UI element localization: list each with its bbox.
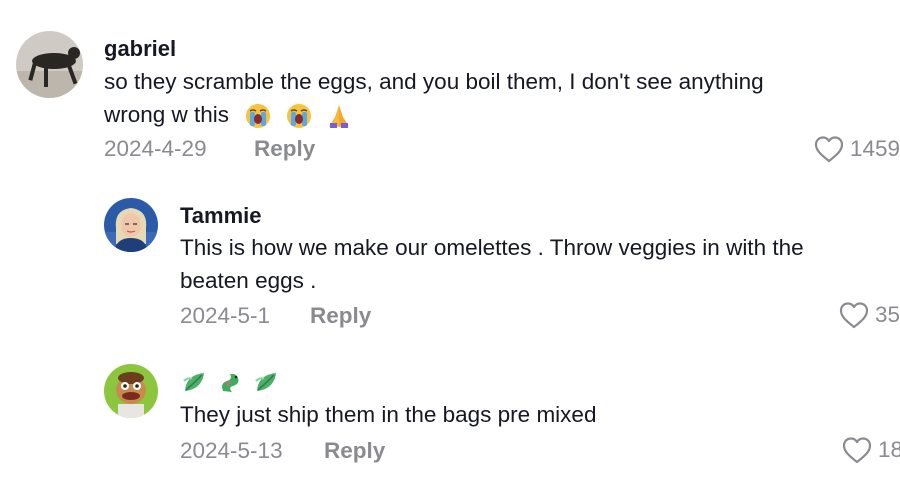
comment-date: 2024-4-29 — [104, 136, 207, 161]
loudly-crying-face-icon — [286, 104, 311, 129]
like-button[interactable]: 35 — [839, 301, 900, 329]
avatar[interactable] — [16, 31, 83, 98]
comment-username[interactable]: gabriel — [104, 36, 176, 62]
comment-username[interactable]: Tammie — [180, 203, 262, 229]
like-button[interactable]: 1459 — [814, 135, 900, 163]
folded-hands-icon — [329, 105, 348, 129]
like-count: 1459 — [850, 136, 900, 161]
comment-text: This is how we make our omelettes . Thro… — [180, 231, 804, 297]
comment-text-line: so they scramble the eggs, and you boil … — [104, 69, 764, 94]
comment-text-line-2: wrong w this — [104, 102, 230, 127]
avatar[interactable] — [104, 364, 158, 418]
comment-date: 2024-5-1 — [180, 303, 271, 328]
comment-text: They just ship them in the bags pre mixe… — [180, 398, 596, 431]
heart-icon — [814, 136, 844, 163]
avatar[interactable] — [104, 198, 158, 252]
comment-username-emojis[interactable] — [182, 369, 280, 395]
like-count: 18 — [878, 437, 900, 462]
heart-icon — [839, 302, 869, 329]
like-count: 35 — [875, 302, 900, 327]
like-button[interactable]: 18 — [842, 436, 900, 464]
loudly-crying-face-icon — [246, 104, 271, 129]
reply-button[interactable]: Reply — [310, 303, 371, 329]
heart-icon — [842, 437, 872, 464]
comment-text-line: wrong w this — [104, 98, 764, 131]
reply-button[interactable]: Reply — [254, 136, 315, 162]
herb-leaf-icon — [183, 373, 204, 391]
comment-date: 2024-5-13 — [180, 438, 283, 463]
dragon-icon — [222, 373, 239, 392]
herb-leaf-icon — [255, 373, 276, 391]
comment-text: so they scramble the eggs, and you boil … — [104, 65, 764, 131]
comment-text-line: They just ship them in the bags pre mixe… — [180, 402, 597, 427]
reply-button[interactable]: Reply — [324, 438, 385, 464]
comment-text-line: This is how we make our omelettes . Thro… — [180, 235, 804, 260]
comment-text-line: beaten eggs . — [180, 268, 317, 293]
